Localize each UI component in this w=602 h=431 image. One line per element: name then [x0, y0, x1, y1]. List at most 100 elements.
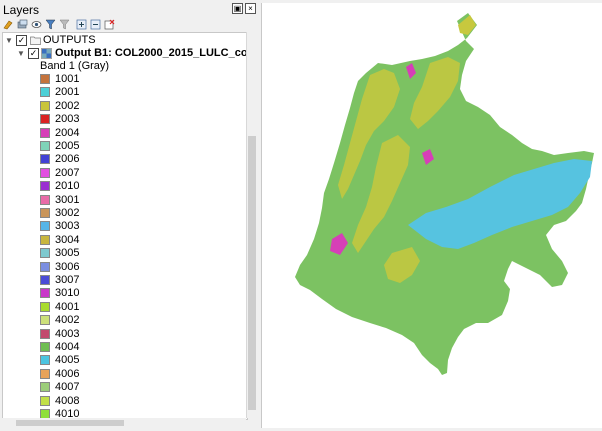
legend-item: 4006 — [3, 368, 243, 381]
legend-swatch — [40, 181, 50, 192]
legend-swatch — [40, 261, 50, 272]
layer-tree: ▼ ✓ OUTPUTS ▼ ✓ Output B1: COL2000_2015_… — [2, 32, 248, 420]
legend-item: 2007 — [3, 167, 243, 180]
horizontal-scroll-thumb[interactable] — [16, 420, 124, 426]
legend-label: 2001 — [55, 86, 80, 99]
legend-label: 3003 — [55, 220, 80, 233]
legend-label: 2003 — [55, 113, 80, 126]
legend-label: 2002 — [55, 99, 80, 112]
legend-swatch — [40, 342, 50, 352]
legend-swatch — [40, 194, 50, 205]
legend-item: 4004 — [3, 341, 243, 354]
map-canvas[interactable] — [261, 3, 602, 428]
band-label: Band 1 (Gray) — [40, 60, 110, 72]
filter-legend-icon[interactable] — [45, 19, 56, 30]
vertical-scrollbar[interactable] — [246, 32, 257, 418]
float-panel-button[interactable]: ▣ — [232, 3, 243, 14]
legend-swatch — [40, 288, 50, 299]
layer-label: Output B1: COL2000_2015_LULC_concatenati — [55, 47, 248, 59]
panel-title-bar: Layers ▣ × — [0, 0, 258, 18]
legend-label: 3002 — [55, 207, 80, 219]
legend-label: 4006 — [55, 367, 80, 380]
legend-label: 2007 — [55, 166, 80, 179]
legend-swatch — [40, 100, 50, 111]
legend-swatch — [40, 87, 50, 98]
legend-label: 4005 — [55, 354, 80, 367]
legend-label: 4002 — [55, 314, 80, 327]
collapse-chevron-icon[interactable]: ▼ — [5, 34, 13, 47]
group-folder-icon — [30, 36, 41, 45]
legend-item: 4002 — [3, 314, 243, 327]
manage-map-themes-icon[interactable] — [31, 19, 42, 30]
legend-item: 3006 — [3, 261, 243, 274]
legend-label: 3007 — [55, 274, 80, 286]
horizontal-scrollbar[interactable] — [2, 418, 246, 428]
legend-swatch — [40, 154, 50, 165]
group-label: OUTPUTS — [43, 34, 96, 46]
legend-item: 2003 — [3, 113, 243, 126]
legend-item: 2005 — [3, 140, 243, 153]
legend-swatch — [40, 301, 50, 312]
legend-label: 4008 — [55, 394, 80, 407]
legend-label: 2006 — [55, 153, 80, 166]
legend-label: 3005 — [55, 247, 80, 260]
legend-swatch — [40, 74, 50, 84]
legend-label: 3006 — [55, 260, 80, 273]
filter-by-expression-icon[interactable] — [59, 19, 70, 30]
close-panel-button[interactable]: × — [245, 3, 256, 14]
legend-label: 4004 — [55, 341, 80, 353]
colombia-lulc-map — [295, 13, 594, 375]
group-visibility-checkbox[interactable]: ✓ — [16, 35, 27, 46]
legend-item: 3005 — [3, 247, 243, 260]
layer-visibility-checkbox[interactable]: ✓ — [28, 48, 39, 59]
legend-item: 2004 — [3, 127, 243, 140]
legend-swatch — [40, 141, 50, 151]
legend-item: 2001 — [3, 86, 243, 99]
legend-swatch — [40, 167, 50, 178]
open-layer-styling-icon[interactable] — [3, 19, 14, 30]
expand-all-icon[interactable] — [76, 19, 87, 30]
panel-title: Layers — [3, 3, 40, 17]
legend-item: 3007 — [3, 274, 243, 287]
layer-row-output-b1[interactable]: ▼ ✓ Output B1: COL2000_2015_LULC_concate… — [3, 47, 247, 60]
legend-label: 2004 — [55, 126, 80, 139]
legend-item: 4007 — [3, 381, 243, 394]
legend-label: 4001 — [55, 300, 80, 313]
legend-item: 3004 — [3, 234, 243, 247]
legend-item: 3002 — [3, 207, 243, 220]
collapse-chevron-icon[interactable]: ▼ — [17, 47, 25, 60]
legend-item: 4008 — [3, 395, 243, 408]
legend-swatch — [40, 248, 50, 259]
legend-label: 3010 — [55, 287, 80, 300]
band-row: Band 1 (Gray) — [3, 60, 243, 73]
legend-item: 2002 — [3, 100, 243, 113]
legend-swatch — [40, 355, 50, 366]
legend-swatch — [40, 328, 50, 339]
layers-panel: Layers ▣ × ▼ ✓ OUTPUTS ▼ ✓ Output B1: CO… — [0, 0, 258, 428]
legend-item: 2006 — [3, 153, 243, 166]
vertical-scroll-thumb[interactable] — [248, 136, 256, 410]
legend-item: 2010 — [3, 180, 243, 193]
legend-swatch — [40, 221, 50, 232]
add-group-icon[interactable] — [17, 19, 28, 30]
legend-swatch — [40, 234, 50, 245]
legend-item: 4005 — [3, 354, 243, 367]
legend-label: 3004 — [55, 233, 80, 246]
legend-item: 3010 — [3, 287, 243, 300]
legend-label: 1001 — [55, 73, 80, 85]
legend-item: 3001 — [3, 194, 243, 207]
legend-swatch — [40, 382, 50, 393]
legend-item: 1001 — [3, 73, 243, 86]
legend-swatch — [40, 275, 50, 285]
legend-label: 3001 — [55, 193, 80, 206]
collapse-all-icon[interactable] — [90, 19, 101, 30]
legend-label: 4003 — [55, 327, 80, 340]
legend-label: 2005 — [55, 140, 80, 152]
legend-label: 2010 — [55, 180, 80, 193]
remove-layer-icon[interactable] — [104, 19, 115, 30]
legend-swatch — [40, 127, 50, 138]
caribbean-region — [458, 15, 476, 35]
legend-label: 4007 — [55, 381, 80, 394]
legend-swatch — [40, 114, 50, 125]
group-row-outputs[interactable]: ▼ ✓ OUTPUTS — [3, 34, 243, 47]
